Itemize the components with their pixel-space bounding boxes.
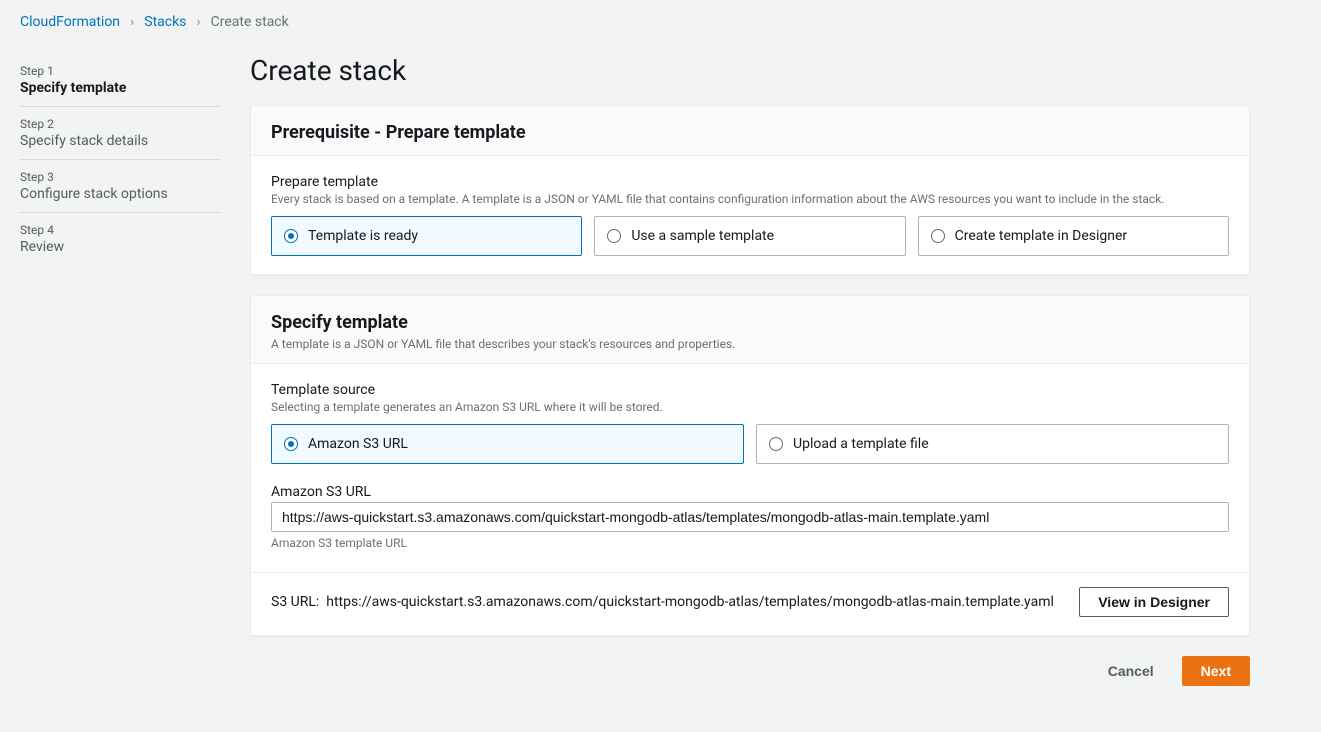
step-configure-stack-options[interactable]: Step 3 Configure stack options [20, 160, 220, 213]
template-source-label: Template source [271, 382, 1229, 398]
step-number: Step 2 [20, 117, 220, 131]
step-title: Configure stack options [20, 186, 220, 202]
prerequisite-panel: Prerequisite - Prepare template Prepare … [250, 105, 1250, 275]
radio-icon [284, 437, 298, 451]
cancel-button[interactable]: Cancel [1090, 656, 1172, 686]
option-label: Amazon S3 URL [308, 436, 408, 452]
step-title: Specify template [20, 80, 220, 96]
specify-template-panel: Specify template A template is a JSON or… [250, 295, 1250, 636]
option-use-sample-template[interactable]: Use a sample template [594, 216, 905, 256]
prepare-template-label: Prepare template [271, 174, 1229, 190]
breadcrumb-cloudformation[interactable]: CloudFormation [20, 14, 120, 30]
breadcrumb-stacks[interactable]: Stacks [144, 14, 186, 30]
breadcrumb-current: Create stack [211, 14, 289, 30]
radio-icon [931, 229, 945, 243]
footer-actions: Cancel Next [250, 656, 1250, 686]
page-title: Create stack [250, 54, 1250, 87]
option-template-is-ready[interactable]: Template is ready [271, 216, 582, 256]
template-source-desc: Selecting a template generates an Amazon… [271, 400, 1229, 414]
s3-url-hint: Amazon S3 template URL [271, 536, 1229, 550]
next-button[interactable]: Next [1182, 656, 1250, 686]
s3-url-input[interactable] [271, 502, 1229, 532]
option-label: Template is ready [308, 228, 418, 244]
specify-template-heading: Specify template [271, 312, 1229, 333]
option-upload-template-file[interactable]: Upload a template file [756, 424, 1229, 464]
radio-icon [284, 229, 298, 243]
breadcrumb: CloudFormation › Stacks › Create stack [20, 14, 1301, 30]
option-create-template-in-designer[interactable]: Create template in Designer [918, 216, 1229, 256]
s3-url-label: Amazon S3 URL [271, 484, 1229, 500]
option-label: Create template in Designer [955, 228, 1128, 244]
s3-url-prefix: S3 URL: [271, 594, 319, 610]
s3-url-display: S3 URL: https://aws-quickstart.s3.amazon… [271, 594, 1067, 610]
radio-icon [607, 229, 621, 243]
step-review[interactable]: Step 4 Review [20, 213, 220, 265]
step-title: Specify stack details [20, 133, 220, 149]
step-number: Step 4 [20, 223, 220, 237]
radio-icon [769, 437, 783, 451]
prepare-template-desc: Every stack is based on a template. A te… [271, 192, 1229, 206]
option-amazon-s3-url[interactable]: Amazon S3 URL [271, 424, 744, 464]
option-label: Upload a template file [793, 436, 929, 452]
step-number: Step 1 [20, 64, 220, 78]
specify-template-subtitle: A template is a JSON or YAML file that d… [271, 337, 1229, 351]
step-specify-template[interactable]: Step 1 Specify template [20, 54, 220, 107]
step-title: Review [20, 239, 220, 255]
step-number: Step 3 [20, 170, 220, 184]
step-specify-stack-details[interactable]: Step 2 Specify stack details [20, 107, 220, 160]
view-in-designer-button[interactable]: View in Designer [1079, 587, 1229, 617]
option-label: Use a sample template [631, 228, 774, 244]
chevron-right-icon: › [130, 14, 134, 30]
chevron-right-icon: › [196, 14, 200, 30]
prerequisite-heading: Prerequisite - Prepare template [271, 122, 1229, 143]
s3-url-value: https://aws-quickstart.s3.amazonaws.com/… [326, 594, 1054, 610]
wizard-steps: Step 1 Specify template Step 2 Specify s… [20, 54, 220, 265]
